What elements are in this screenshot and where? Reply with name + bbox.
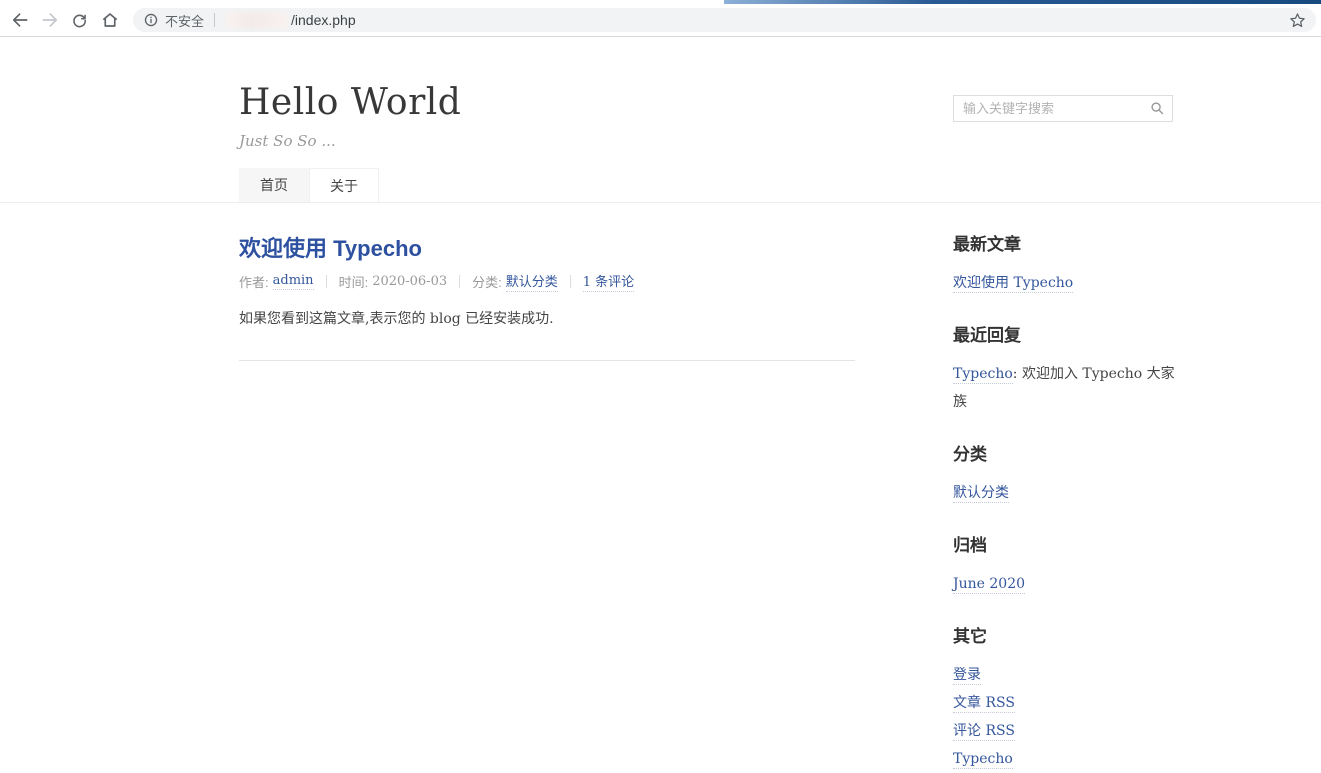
author-label: 作者: — [239, 272, 269, 291]
post-date: 2020-06-03 — [372, 274, 447, 289]
login-link[interactable]: 登录 — [953, 667, 981, 685]
nav-tab-home[interactable]: 首页 — [239, 168, 309, 202]
browser-chrome: 不安全 /index.php — [0, 0, 1321, 37]
comments-link[interactable]: 1 条评论 — [583, 271, 634, 292]
sidebar-heading: 归档 — [953, 535, 1175, 557]
archive-link[interactable]: June 2020 — [953, 576, 1025, 594]
sidebar-section-misc: 其它 登录 文章 RSS 评论 RSS Typecho — [953, 626, 1175, 773]
sidebar-heading: 最近回复 — [953, 325, 1175, 347]
time-label: 时间: — [339, 272, 369, 291]
main-column: 欢迎使用 Typecho 作者: admin 时间: 2020-06-03 分类… — [239, 236, 855, 361]
search-icon[interactable] — [1149, 100, 1166, 122]
latest-post-link[interactable]: 欢迎使用 Typecho — [953, 275, 1073, 293]
post-meta: 作者: admin 时间: 2020-06-03 分类: 默认分类 1 条评论 — [239, 271, 855, 292]
address-bar[interactable]: 不安全 /index.php — [133, 8, 1316, 32]
post-title-link[interactable]: 欢迎使用 Typecho — [239, 236, 855, 262]
list-item: Typecho — [953, 745, 1175, 773]
nav-tab-about[interactable]: 关于 — [309, 168, 379, 202]
list-item: 评论 RSS — [953, 717, 1175, 745]
list-item: June 2020 — [953, 570, 1175, 598]
meta-separator — [326, 275, 327, 288]
comments-rss-link[interactable]: 评论 RSS — [953, 723, 1015, 741]
list-item: 欢迎使用 Typecho — [953, 269, 1175, 297]
forward-icon[interactable] — [36, 6, 63, 34]
url-text: /index.php — [291, 12, 356, 28]
post-body: 如果您看到这篇文章,表示您的 blog 已经安装成功. — [239, 308, 855, 330]
site-subtitle: Just So So ... — [239, 131, 1173, 151]
browser-toolbar: 不安全 /index.php — [0, 4, 1321, 37]
sidebar-section-archives: 归档 June 2020 — [953, 535, 1175, 598]
typecho-link[interactable]: Typecho — [953, 751, 1013, 769]
bookmark-star-icon[interactable] — [1284, 8, 1310, 32]
info-icon — [143, 12, 159, 28]
category-item-link[interactable]: 默认分类 — [953, 485, 1009, 503]
refresh-icon[interactable] — [66, 6, 93, 34]
main-nav: 首页 关于 — [239, 168, 1173, 202]
author-link[interactable]: admin — [273, 273, 314, 290]
post-divider — [239, 360, 855, 361]
meta-separator — [459, 275, 460, 288]
sidebar-heading: 分类 — [953, 444, 1175, 466]
search-input[interactable] — [953, 95, 1173, 122]
category-link[interactable]: 默认分类 — [506, 271, 558, 292]
list-item: 文章 RSS — [953, 689, 1175, 717]
sidebar-heading: 最新文章 — [953, 234, 1175, 256]
list-item: 默认分类 — [953, 479, 1175, 507]
posts-rss-link[interactable]: 文章 RSS — [953, 695, 1015, 713]
meta-separator — [570, 275, 571, 288]
sidebar-section-latest-posts: 最新文章 欢迎使用 Typecho — [953, 234, 1175, 297]
home-icon[interactable] — [96, 6, 123, 34]
sidebar-section-categories: 分类 默认分类 — [953, 444, 1175, 507]
reply-author-link[interactable]: Typecho — [953, 366, 1013, 384]
security-label: 不安全 — [165, 11, 204, 30]
list-item: 登录 — [953, 661, 1175, 689]
site-security-chip[interactable]: 不安全 — [143, 11, 204, 30]
category-label: 分类: — [472, 272, 502, 291]
list-item: Typecho: 欢迎加入 Typecho 大家族 — [953, 360, 1175, 416]
search-box — [953, 95, 1173, 122]
sidebar-section-recent-replies: 最近回复 Typecho: 欢迎加入 Typecho 大家族 — [953, 325, 1175, 416]
back-icon[interactable] — [6, 6, 33, 34]
blog-page: Hello World Just So So ... 首页 关于 欢迎使用 Ty… — [0, 37, 1321, 753]
sidebar: 最新文章 欢迎使用 Typecho 最近回复 Typecho: 欢迎加入 Typ… — [953, 234, 1175, 773]
redacted-url-host — [225, 12, 289, 29]
sidebar-heading: 其它 — [953, 626, 1175, 648]
chip-separator — [214, 13, 215, 27]
